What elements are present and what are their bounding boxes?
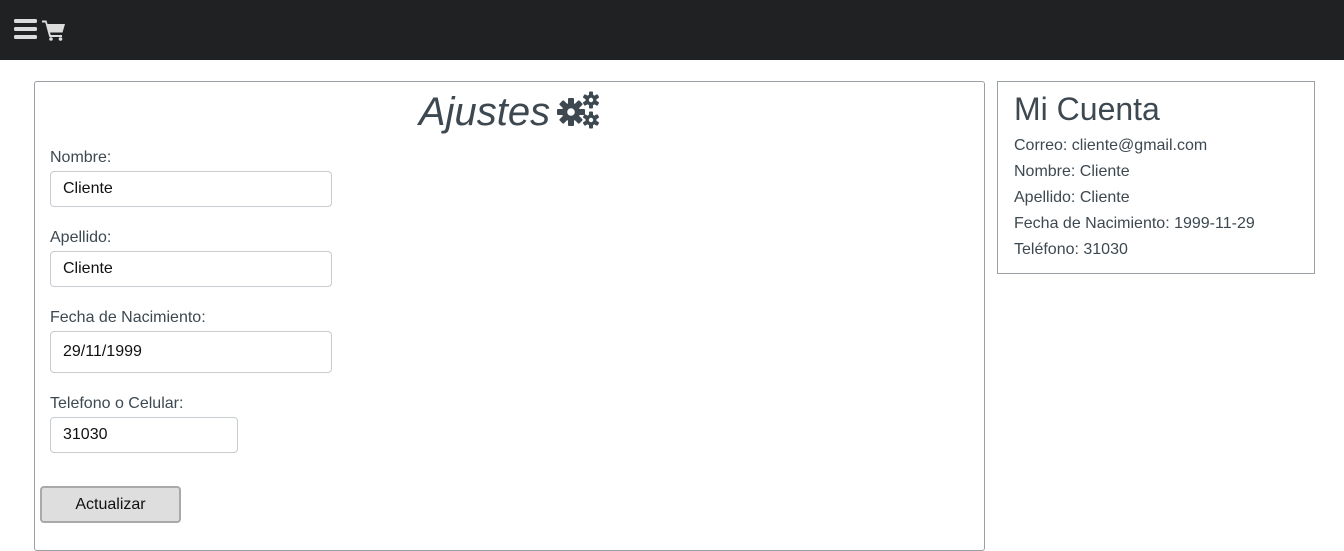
settings-heading: Ajustes	[35, 88, 986, 136]
fecha-nacimiento-input[interactable]	[50, 331, 332, 373]
fecha-nacimiento-label: Fecha de Nacimiento:	[50, 309, 206, 326]
settings-title-text: Ajustes	[418, 90, 551, 134]
apellido-input[interactable]	[50, 251, 332, 287]
actualizar-button[interactable]: Actualizar	[40, 486, 181, 523]
apellido-label: Apellido:	[50, 229, 112, 246]
nombre-label: Nombre:	[50, 149, 112, 166]
telefono-input[interactable]	[50, 417, 238, 453]
account-apellido: Apellido: Cliente	[1014, 189, 1130, 206]
account-panel: Mi Cuenta Correo: cliente@gmail.com Nomb…	[997, 81, 1315, 274]
account-email: Correo: cliente@gmail.com	[1014, 137, 1208, 154]
settings-panel: Ajustes Nombre: Cliente Apellido: Client…	[34, 81, 985, 551]
account-telefono: Teléfono: 31030	[1014, 241, 1128, 258]
telefono-label: Telefono o Celular:	[50, 395, 184, 412]
hamburger-menu-icon[interactable]	[14, 18, 38, 40]
account-nombre: Nombre: Cliente	[1014, 163, 1130, 180]
account-title: Mi Cuenta	[1014, 91, 1160, 127]
shopping-cart-icon[interactable]	[42, 19, 66, 41]
account-fecha-nacimiento: Fecha de Nacimiento: 1999-11-29	[1014, 215, 1255, 232]
gears-icon	[556, 90, 602, 130]
top-navbar	[0, 0, 1344, 60]
nombre-input[interactable]	[50, 171, 332, 207]
